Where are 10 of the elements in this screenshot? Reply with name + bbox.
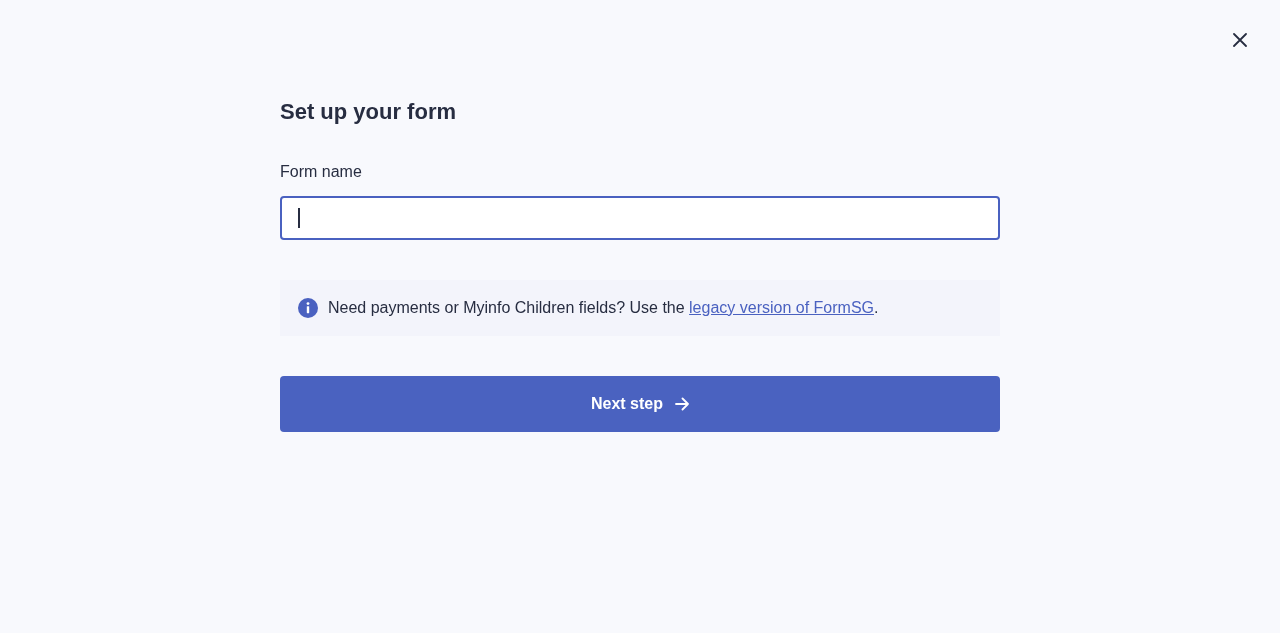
next-step-button[interactable]: Next step <box>280 376 1000 432</box>
field-label: Form name <box>280 162 362 182</box>
page-title: Set up your form <box>280 98 456 126</box>
info-message: Need payments or Myinfo Children fields? Use the legacy version of FormSG. <box>328 298 879 318</box>
text-cursor <box>298 208 300 228</box>
arrow-right-icon <box>675 397 689 411</box>
info-icon <box>298 298 318 318</box>
close-icon <box>1233 33 1247 47</box>
legacy-version-link[interactable]: legacy version of FormSG <box>689 299 874 316</box>
input-field[interactable] <box>280 196 1000 240</box>
